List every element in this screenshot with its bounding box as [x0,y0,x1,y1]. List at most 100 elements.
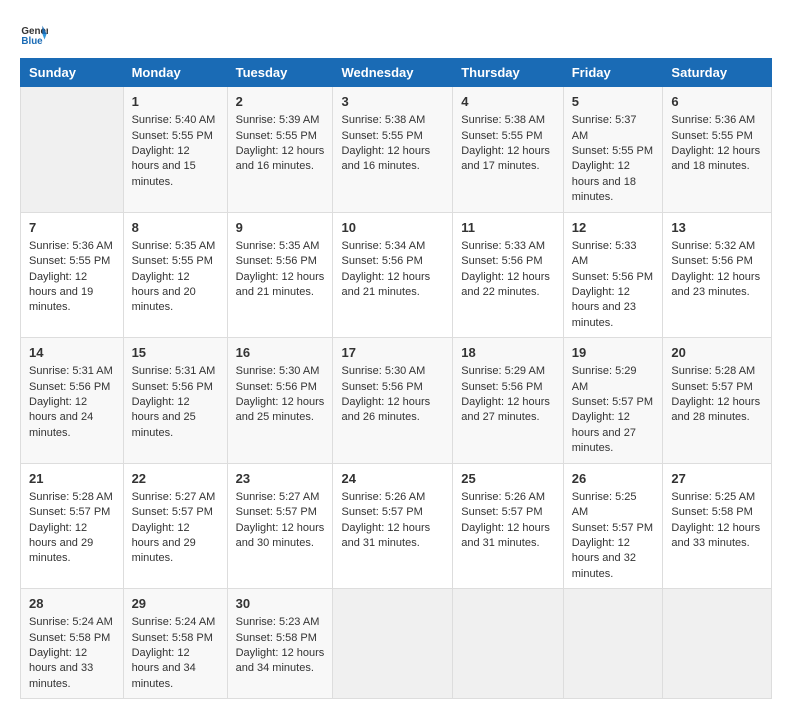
day-number: 23 [236,470,325,488]
sunrise-info: Sunrise: 5:35 AM [236,239,325,254]
sunset-info: Sunset: 5:56 PM [132,380,219,395]
sunset-info: Sunset: 5:55 PM [236,129,325,144]
daylight-info: Daylight: 12 hours and 17 minutes. [461,144,554,175]
calendar-cell [21,87,124,213]
sunset-info: Sunset: 5:56 PM [461,380,554,395]
daylight-info: Daylight: 12 hours and 21 minutes. [341,270,444,301]
daylight-info: Daylight: 12 hours and 32 minutes. [572,536,655,582]
daylight-info: Daylight: 12 hours and 23 minutes. [572,285,655,331]
sunset-info: Sunset: 5:56 PM [236,254,325,269]
calendar-week-row: 28Sunrise: 5:24 AMSunset: 5:58 PMDayligh… [21,589,772,699]
daylight-info: Daylight: 12 hours and 30 minutes. [236,521,325,552]
sunset-info: Sunset: 5:56 PM [572,270,655,285]
sunrise-info: Sunrise: 5:36 AM [29,239,115,254]
sunrise-info: Sunrise: 5:36 AM [671,113,763,128]
calendar-cell: 21Sunrise: 5:28 AMSunset: 5:57 PMDayligh… [21,463,124,589]
daylight-info: Daylight: 12 hours and 26 minutes. [341,395,444,426]
sunset-info: Sunset: 5:57 PM [461,505,554,520]
sunrise-info: Sunrise: 5:39 AM [236,113,325,128]
sunrise-info: Sunrise: 5:37 AM [572,113,655,144]
day-header-friday: Friday [563,59,663,87]
sunrise-info: Sunrise: 5:24 AM [132,615,219,630]
sunset-info: Sunset: 5:57 PM [236,505,325,520]
sunrise-info: Sunrise: 5:27 AM [132,490,219,505]
day-number: 27 [671,470,763,488]
sunset-info: Sunset: 5:56 PM [236,380,325,395]
sunrise-info: Sunrise: 5:28 AM [29,490,115,505]
calendar-cell: 8Sunrise: 5:35 AMSunset: 5:55 PMDaylight… [123,212,227,338]
sunrise-info: Sunrise: 5:40 AM [132,113,219,128]
day-number: 2 [236,93,325,111]
sunset-info: Sunset: 5:55 PM [572,144,655,159]
calendar-cell: 9 Sunrise: 5:35 AMSunset: 5:56 PMDaylight… [227,212,333,338]
sunrise-info: Sunrise: 5:29 AM [572,364,655,395]
day-number: 21 [29,470,115,488]
calendar-week-row: 14Sunrise: 5:31 AMSunset: 5:56 PMDayligh… [21,338,772,464]
sunrise-info: Sunrise: 5:30 AM [236,364,325,379]
daylight-info: Daylight: 12 hours and 25 minutes. [132,395,219,441]
daylight-info: Daylight: 12 hours and 22 minutes. [461,270,554,301]
calendar-week-row: 21Sunrise: 5:28 AMSunset: 5:57 PMDayligh… [21,463,772,589]
calendar-cell: 11Sunrise: 5:33 AMSunset: 5:56 PMDayligh… [453,212,563,338]
sunrise-info: Sunrise: 5:26 AM [341,490,444,505]
day-number: 8 [132,219,219,237]
day-number: 4 [461,93,554,111]
daylight-info: Daylight: 12 hours and 29 minutes. [29,521,115,567]
sunset-info: Sunset: 5:56 PM [341,380,444,395]
day-header-wednesday: Wednesday [333,59,453,87]
sunset-info: Sunset: 5:57 PM [132,505,219,520]
day-header-monday: Monday [123,59,227,87]
calendar-cell: 1Sunrise: 5:40 AMSunset: 5:55 PMDaylight… [123,87,227,213]
calendar-cell: 2Sunrise: 5:39 AMSunset: 5:55 PMDaylight… [227,87,333,213]
day-number: 20 [671,344,763,362]
calendar-cell: 28Sunrise: 5:24 AMSunset: 5:58 PMDayligh… [21,589,124,699]
daylight-info: Daylight: 12 hours and 33 minutes. [671,521,763,552]
day-number: 6 [671,93,763,111]
daylight-info: Daylight: 12 hours and 34 minutes. [132,646,219,692]
sunrise-info: Sunrise: 5:31 AM [132,364,219,379]
logo-icon: General Blue [20,20,48,48]
calendar-cell: 3Sunrise: 5:38 AMSunset: 5:55 PMDaylight… [333,87,453,213]
day-number: 25 [461,470,554,488]
daylight-info: Daylight: 12 hours and 15 minutes. [132,144,219,190]
calendar-cell [453,589,563,699]
daylight-info: Daylight: 12 hours and 34 minutes. [236,646,325,677]
sunrise-info: Sunrise: 5:28 AM [671,364,763,379]
calendar-cell: 12Sunrise: 5:33 AMSunset: 5:56 PMDayligh… [563,212,663,338]
daylight-info: Daylight: 12 hours and 21 minutes. [236,270,325,301]
sunset-info: Sunset: 5:55 PM [29,254,115,269]
sunset-info: Sunset: 5:57 PM [341,505,444,520]
daylight-info: Daylight: 12 hours and 31 minutes. [341,521,444,552]
calendar-cell: 26Sunrise: 5:25 AMSunset: 5:57 PMDayligh… [563,463,663,589]
sunrise-info: Sunrise: 5:25 AM [671,490,763,505]
sunset-info: Sunset: 5:56 PM [671,254,763,269]
calendar-cell: 23 Sunrise: 5:27 AMSunset: 5:57 PMDayligh… [227,463,333,589]
sunset-info: Sunset: 5:58 PM [132,631,219,646]
sunrise-info: Sunrise: 5:32 AM [671,239,763,254]
sunrise-info: Sunrise: 5:24 AM [29,615,115,630]
day-header-tuesday: Tuesday [227,59,333,87]
sunset-info: Sunset: 5:55 PM [341,129,444,144]
sunset-info: Sunset: 5:55 PM [671,129,763,144]
day-number: 11 [461,219,554,237]
sunset-info: Sunset: 5:56 PM [341,254,444,269]
daylight-info: Daylight: 12 hours and 24 minutes. [29,395,115,441]
calendar-cell: 14Sunrise: 5:31 AMSunset: 5:56 PMDayligh… [21,338,124,464]
day-header-sunday: Sunday [21,59,124,87]
daylight-info: Daylight: 12 hours and 19 minutes. [29,270,115,316]
day-number: 9 [236,219,325,237]
day-number: 3 [341,93,444,111]
daylight-info: Daylight: 12 hours and 25 minutes. [236,395,325,426]
sunrise-info: Sunrise: 5:33 AM [461,239,554,254]
day-number: 29 [132,595,219,613]
day-header-thursday: Thursday [453,59,563,87]
calendar-cell: 15Sunrise: 5:31 AMSunset: 5:56 PMDayligh… [123,338,227,464]
sunrise-info: Sunrise: 5:27 AM [236,490,325,505]
calendar-cell: 19Sunrise: 5:29 AMSunset: 5:57 PMDayligh… [563,338,663,464]
sunrise-info: Sunrise: 5:29 AM [461,364,554,379]
sunset-info: Sunset: 5:58 PM [671,505,763,520]
sunset-info: Sunset: 5:55 PM [132,129,219,144]
sunset-info: Sunset: 5:57 PM [671,380,763,395]
sunrise-info: Sunrise: 5:30 AM [341,364,444,379]
daylight-info: Daylight: 12 hours and 23 minutes. [671,270,763,301]
